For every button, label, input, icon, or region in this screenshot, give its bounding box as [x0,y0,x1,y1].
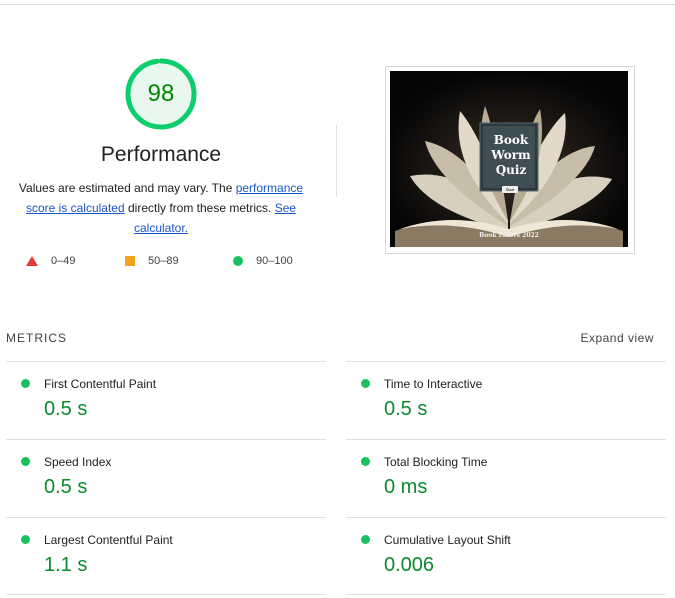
metric-divider [346,361,666,362]
triangle-icon [26,256,38,266]
metric-divider [6,594,326,595]
metric-speed-index: Speed Index 0.5 s [6,439,326,517]
legend-item-fail: 0–49 [26,255,75,267]
metric-value: 1.1 s [44,554,88,576]
legend-item-pass: 90–100 [233,255,293,267]
metric-divider [6,439,326,440]
score-value: 98 [147,80,175,107]
pass-circle-icon [361,379,370,388]
metric-value: 0.5 s [44,476,88,498]
pass-circle-icon [361,535,370,544]
expand-view-toggle[interactable]: Expand view [580,331,654,345]
metric-label: Total Blocking Time [384,455,488,469]
metric-time-to-interactive: Time to Interactive 0.5 s [346,361,666,439]
quiz-start-button: Start [502,186,518,193]
circle-icon [233,256,243,266]
metric-value: 0.5 s [44,398,88,420]
pass-circle-icon [361,457,370,466]
metric-divider [346,517,666,518]
description-text: Values are estimated and may vary. The [18,181,236,195]
vertical-divider [336,125,337,197]
pass-circle-icon [21,457,30,466]
pass-circle-icon [21,535,30,544]
quiz-title-line: Worm [491,148,531,162]
legend-item-average: 50–89 [125,255,179,267]
metric-cumulative-layout-shift: Cumulative Layout Shift 0.006 [346,517,666,595]
performance-score-gauge: 98 [124,57,198,131]
metric-first-contentful-paint: First Contentful Paint 0.5 s [6,361,326,439]
metric-label: Cumulative Layout Shift [384,533,511,547]
metric-label: Time to Interactive [384,377,483,391]
description-text-middle: directly from these metrics. [124,201,275,215]
screenshot-footer-text: Book Eaters 2022 [479,232,539,239]
metrics-heading: METRICS [6,331,67,345]
quiz-title-line: Book [493,133,529,147]
top-divider [0,4,675,5]
metric-divider [346,439,666,440]
metric-largest-contentful-paint: Largest Contentful Paint 1.1 s [6,517,326,595]
metric-total-blocking-time: Total Blocking Time 0 ms [346,439,666,517]
score-description: Values are estimated and may vary. The p… [10,178,312,238]
legend-range: 50–89 [148,255,179,267]
final-screenshot[interactable]: Book Worm Quiz Start Book Eaters 2022 [385,66,635,254]
metric-divider [6,517,326,518]
metric-label: Largest Contentful Paint [44,533,173,547]
metric-label: First Contentful Paint [44,377,157,391]
metric-value: 0.006 [384,554,435,576]
square-icon [125,256,135,266]
quiz-title: Book Worm Quiz [476,133,546,178]
performance-title: Performance [100,143,222,166]
metric-label: Speed Index [44,455,112,469]
screenshot-image: Book Worm Quiz Start Book Eaters 2022 [390,71,628,247]
quiz-title-line: Quiz [495,163,527,177]
legend-range: 0–49 [51,255,76,267]
metric-divider [346,594,666,595]
legend-range: 90–100 [256,255,293,267]
metric-divider [6,361,326,362]
metric-value: 0 ms [384,476,428,498]
pass-circle-icon [21,379,30,388]
metric-value: 0.5 s [384,398,428,420]
